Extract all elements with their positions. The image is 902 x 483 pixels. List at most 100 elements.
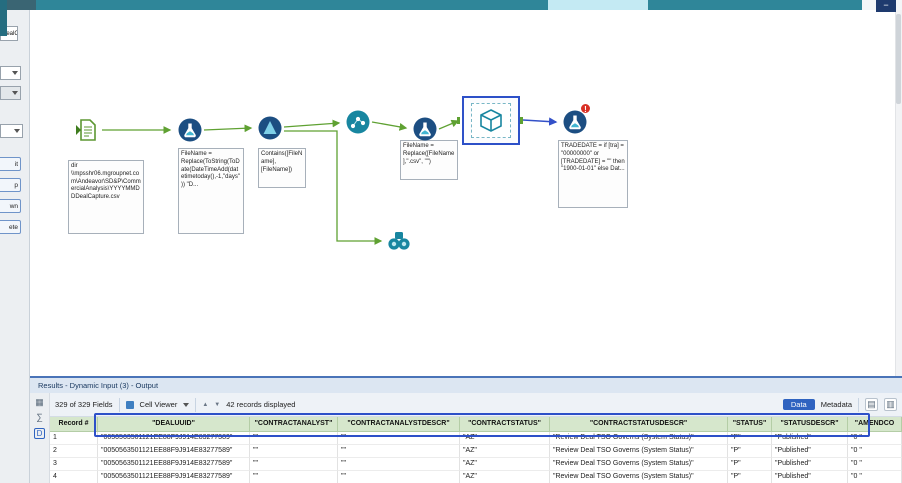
table-cell: "P" [728,471,772,483]
table-cell: "" [250,471,338,483]
table-cell: "0050563501121EE88F9J914E83277589" [98,471,250,483]
record-number-cell: 2 [50,445,98,458]
table-cell: "0 " [848,445,902,458]
table-cell: "P" [728,458,772,471]
canvas-scrollbar[interactable] [895,10,902,376]
table-cell: "0 " [848,471,902,483]
sigma-icon[interactable]: ∑ [36,413,42,422]
results-title: Results - Dynamic Input (3) - Output [30,378,902,393]
annotation-formula-3[interactable]: TRADEDATE = if [tra] = "00000000" or [TR… [558,140,628,208]
record-number-cell: 1 [50,432,98,445]
table-cell: "AZ" [460,458,550,471]
table-cell: "Review Deal TSO Governs (System Status)… [550,471,728,483]
top-bar [0,0,902,10]
dropdown-1[interactable] [0,66,21,80]
toolbar-divider [195,397,197,412]
toolbar-divider [118,397,120,412]
up-button[interactable]: p [0,178,21,192]
table-cell: "Review Deal TSO Governs (System Status)… [550,445,728,458]
delete-button[interactable]: ete [0,220,21,234]
left-edge-strip [0,0,7,36]
column-header[interactable]: "CONTRACTSTATUSDESCR" [550,417,728,432]
grid-view-icon[interactable]: ▦ [35,398,44,407]
input-data-icon [76,119,96,141]
table-cell: "Published" [772,445,848,458]
up-arrow-icon[interactable]: ▲ [202,402,208,408]
annotation-formula-1[interactable]: FileName = Replace(ToString(ToDate(DateT… [178,148,244,234]
table-cell: "" [338,445,460,458]
column-header[interactable]: "AMENDCO [848,417,902,432]
table-cell: "Published" [772,471,848,483]
table-cell: "Review Deal TSO Governs (System Status)… [550,432,728,445]
connection-lines [102,117,558,245]
dropdown-3[interactable] [0,124,23,138]
column-header[interactable]: "CONTRACTSTATUS" [460,417,550,432]
formula-flask-icon [178,118,202,142]
table-cell: "0050563501121EE88F9J914E83277389" [98,432,250,445]
results-panel: Results - Dynamic Input (3) - Output 329… [30,376,902,483]
data-profile-icon[interactable]: D [34,428,45,439]
table-cell: "Review Deal TSO Governs (System Status)… [550,458,728,471]
down-button[interactable]: wn [0,199,21,213]
workflow-canvas[interactable]: ! dir \\mpsshr06.mgroupnet.com\Andeavor\… [30,10,902,376]
dynamic-input-cube-icon [480,108,502,132]
table-cell: "" [250,445,338,458]
alteryx-window: − DealCa it p wn ete [0,0,902,483]
annotation-input-path[interactable]: dir \\mpsshr06.mgroupnet.com\Andeavor\SD… [68,160,144,234]
toolbar-divider [858,397,859,412]
join-tool[interactable] [345,109,371,140]
table-row[interactable]: 3 "0050563501121EE88F9J914E83277589" "" "" "… [50,458,902,471]
column-header[interactable]: "CONTRACTANALYST" [250,417,338,432]
down-arrow-icon[interactable]: ▼ [214,402,220,408]
data-tab[interactable]: Data [782,399,815,410]
table-cell: "P" [728,432,772,445]
chevron-down-icon[interactable] [183,402,190,407]
records-info: 42 records displayed [226,400,296,409]
error-badge-icon: ! [580,103,591,114]
chevron-down-icon [14,129,20,133]
cell-viewer-button[interactable]: Cell Viewer [140,400,178,409]
copy-icon[interactable]: ▤ [865,398,878,411]
column-header[interactable]: "STATUS" [728,417,772,432]
fields-info: 329 of 329 Fields [55,400,113,409]
formula-tool-2[interactable] [412,116,438,147]
dropdown-2[interactable] [0,86,21,100]
record-number-cell: 3 [50,458,98,471]
left-config-panel: DealCa it p wn ete [0,10,30,483]
results-table-body: 1 "0050563501121EE88F9J914E83277389" "" "" "… [50,432,902,483]
join-dots-icon [346,110,370,134]
column-header[interactable]: "DEALUUID" [98,417,250,432]
browse-tool[interactable] [386,228,412,259]
metadata-tab[interactable]: Metadata [821,400,852,409]
table-cell: "AZ" [460,432,550,445]
table-row[interactable]: 1 "0050563501121EE88F9J914E83277389" "" "" "… [50,432,902,445]
table-cell: "P" [728,445,772,458]
table-cell: "" [338,432,460,445]
table-row[interactable]: 2 "0050563501121EE88F9J914E83277589" "" "" "… [50,445,902,458]
edit-button[interactable]: it [0,157,21,171]
dynamic-input-tool[interactable] [471,103,511,138]
results-table[interactable]: Record # "DEALUUID" "CONTRACTANALYST" "CONT… [50,417,902,483]
column-header[interactable]: "STATUSDESCR" [772,417,848,432]
input-data-tool[interactable] [75,117,101,148]
minimize-button[interactable]: − [876,0,896,12]
column-header[interactable]: "CONTRACTANALYSTDESCR" [338,417,460,432]
chevron-down-icon [12,71,18,75]
table-cell: "Published" [772,432,848,445]
annotation-filter[interactable]: Contains([FileName],[FileName]) [258,148,306,188]
workflow-tab[interactable] [548,0,648,10]
record-number-header[interactable]: Record # [50,417,98,432]
scrollbar-thumb[interactable] [896,14,901,104]
table-cell: "" [338,458,460,471]
filter-tool[interactable] [257,115,283,146]
table-cell: "" [250,432,338,445]
formula-tool-1[interactable] [177,117,203,148]
cell-viewer-icon [125,400,134,409]
record-number-cell: 4 [50,471,98,483]
results-toolbar: 329 of 329 Fields Cell Viewer ▲ ▼ 42 rec… [50,393,902,417]
table-row[interactable]: 4 "0050563501121EE88F9J914E83277589" "" "" "… [50,471,902,483]
save-icon[interactable]: ▥ [884,398,897,411]
table-cell: "Published" [772,458,848,471]
formula-flask-icon [413,117,437,141]
table-cell: "0 " [848,458,902,471]
